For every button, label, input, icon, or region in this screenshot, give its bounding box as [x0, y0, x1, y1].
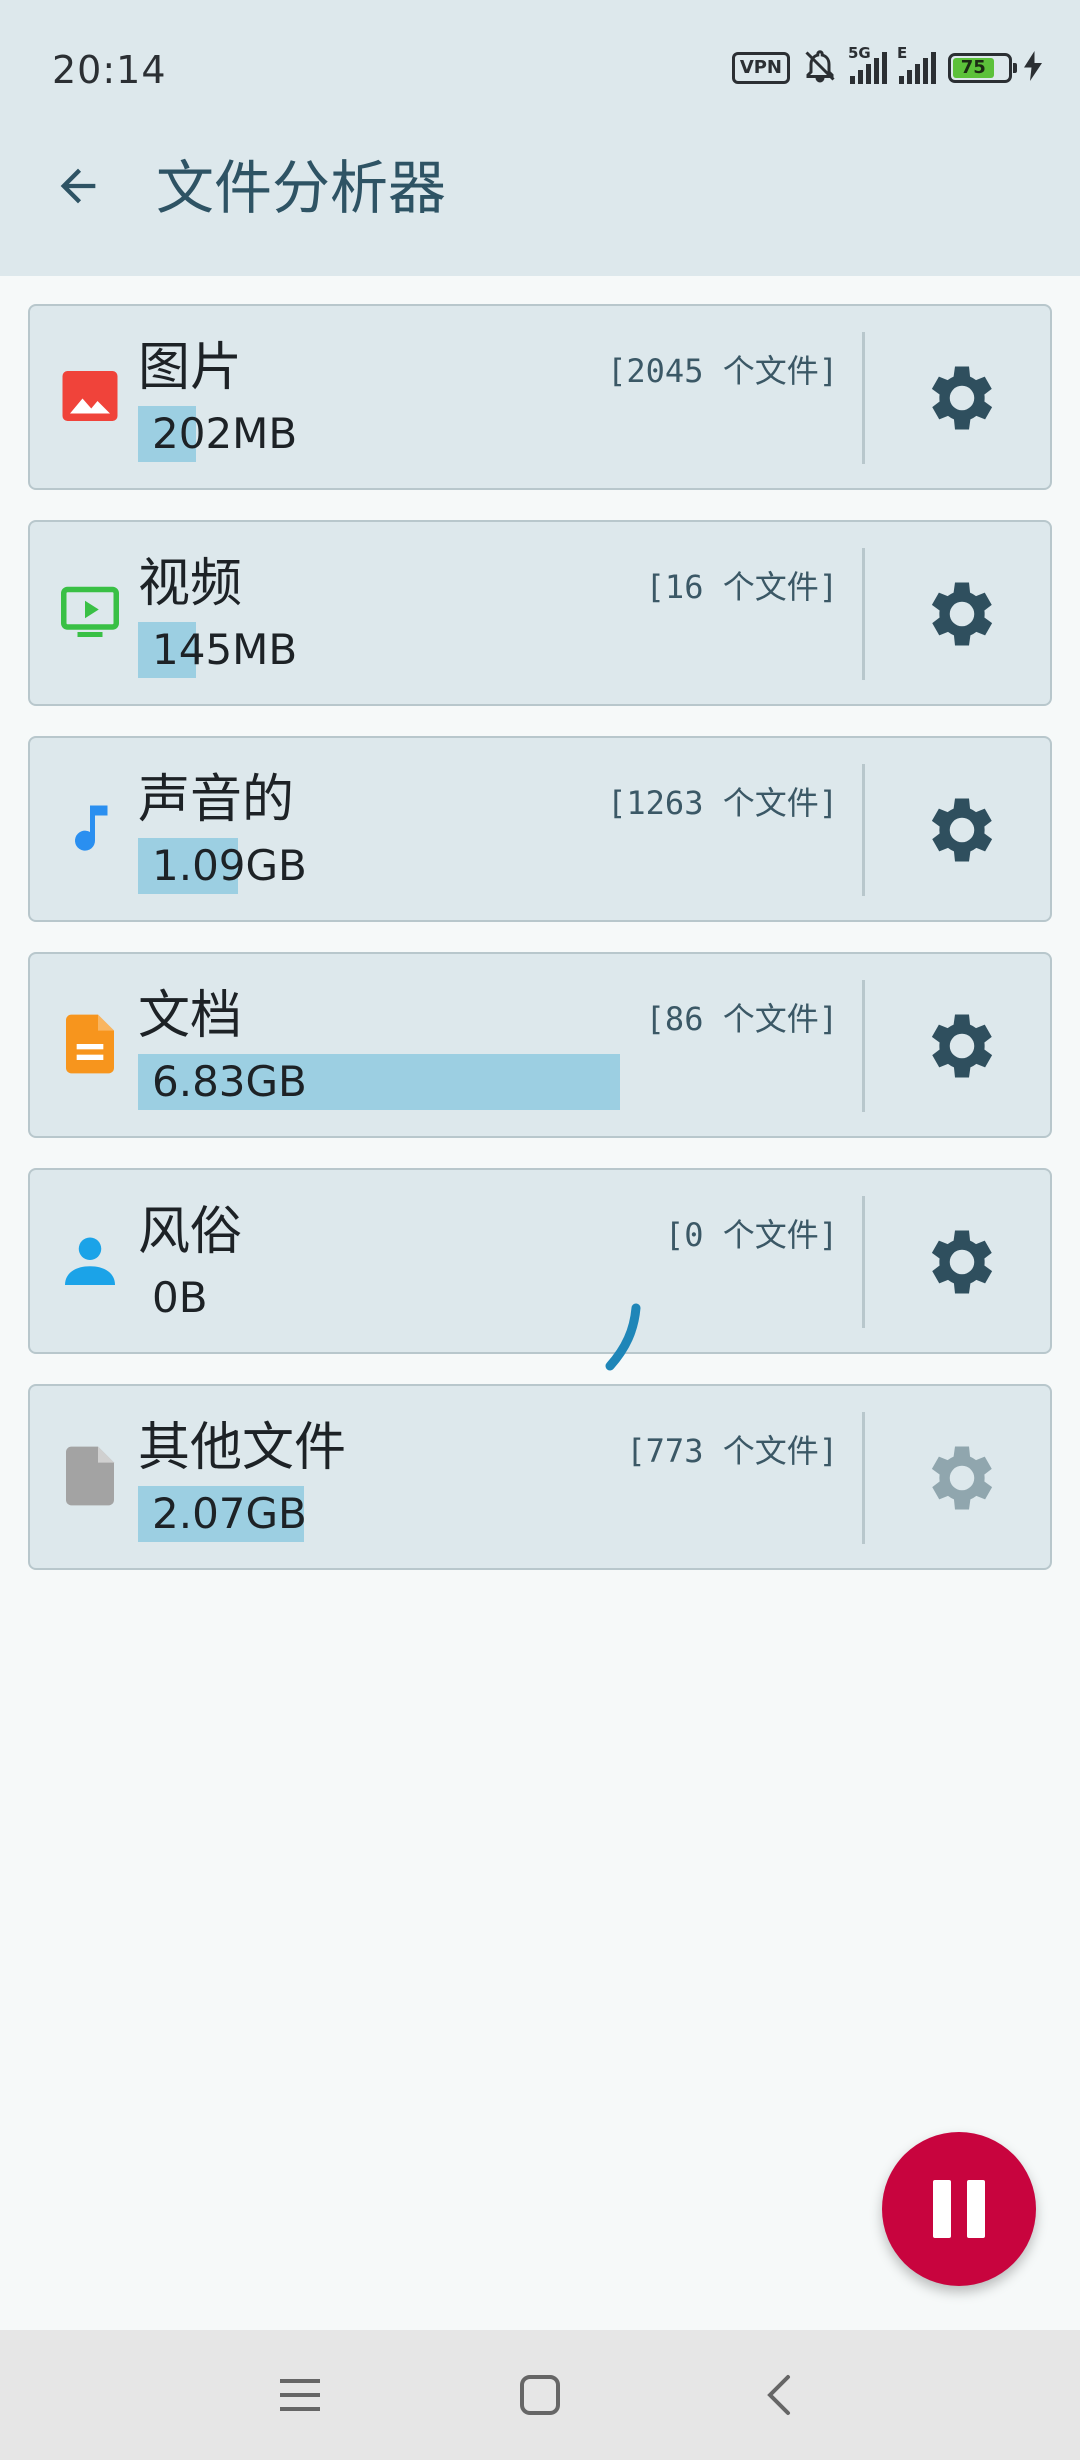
category-size: 0B	[152, 1273, 208, 1322]
settings-gear-button[interactable]	[918, 1002, 1006, 1090]
signal-5g-icon: 5G	[848, 44, 887, 84]
file-count: [0 个文件]	[664, 1216, 838, 1254]
category-card-other-files[interactable]: 其他文件 [773 个文件] 2.07GB	[28, 1384, 1052, 1570]
file-count: [2045 个文件]	[607, 352, 838, 390]
divider	[862, 1196, 865, 1328]
file-count: [773 个文件]	[626, 1432, 838, 1470]
system-navigation-bar	[0, 2330, 1080, 2460]
battery-icon: 75	[948, 53, 1017, 83]
settings-gear-button[interactable]	[918, 354, 1006, 442]
category-name: 声音的	[138, 770, 295, 830]
pause-icon	[933, 2180, 951, 2238]
category-size: 2.07GB	[152, 1489, 307, 1538]
home-square-icon	[520, 2375, 560, 2415]
divider	[862, 1412, 865, 1544]
settings-gear-button[interactable]	[918, 1434, 1006, 1522]
category-name: 风俗	[138, 1202, 243, 1262]
category-size: 6.83GB	[152, 1057, 307, 1106]
app-header: 20:14 VPN 5G E 75 文件分析器	[0, 0, 1080, 276]
nav-back-button[interactable]	[740, 2360, 820, 2430]
category-size: 1.09GB	[152, 841, 307, 890]
battery-level: 75	[953, 58, 994, 78]
category-card-custom[interactable]: 风俗 [0 个文件] 0B	[28, 1168, 1052, 1354]
category-size: 145MB	[152, 625, 298, 674]
menu-icon	[280, 2379, 320, 2411]
gear-icon	[931, 1014, 993, 1078]
divider	[862, 332, 865, 464]
music-note-icon	[58, 796, 122, 860]
nav-menu-button[interactable]	[260, 2360, 340, 2430]
settings-gear-button[interactable]	[918, 1218, 1006, 1306]
category-name: 文档	[138, 986, 243, 1046]
status-icons: VPN 5G E 75	[731, 44, 1042, 90]
document-icon	[58, 1012, 122, 1076]
category-name: 视频	[138, 554, 243, 614]
gear-icon	[931, 1230, 993, 1294]
divider	[862, 980, 865, 1112]
settings-gear-button[interactable]	[918, 570, 1006, 658]
chevron-left-icon	[767, 2375, 790, 2415]
settings-gear-button[interactable]	[918, 786, 1006, 874]
charging-icon	[1024, 51, 1042, 85]
loading-spinner	[605, 1303, 641, 1371]
file-count: [16 个文件]	[645, 568, 838, 606]
file-icon	[58, 1444, 122, 1508]
file-count: [1263 个文件]	[607, 784, 838, 822]
arrow-left-icon	[60, 168, 96, 204]
category-card-documents[interactable]: 文档 [86 个文件] 6.83GB	[28, 952, 1052, 1138]
page-title: 文件分析器	[156, 154, 447, 222]
category-card-images[interactable]: 图片 [2045 个文件] 202MB	[28, 304, 1052, 490]
vpn-badge: VPN	[731, 52, 790, 84]
divider	[862, 548, 865, 680]
video-icon	[58, 580, 122, 644]
category-card-audio[interactable]: 声音的 [1263 个文件] 1.09GB	[28, 736, 1052, 922]
gear-icon	[931, 798, 993, 862]
person-icon	[58, 1228, 122, 1292]
bell-off-icon	[802, 48, 838, 88]
category-name: 图片	[138, 338, 243, 398]
gear-icon	[931, 366, 993, 430]
category-card-videos[interactable]: 视频 [16 个文件] 145MB	[28, 520, 1052, 706]
category-size: 202MB	[152, 409, 298, 458]
image-icon	[58, 364, 122, 428]
file-count: [86 个文件]	[645, 1000, 838, 1038]
category-name: 其他文件	[138, 1418, 347, 1478]
status-time: 20:14	[52, 48, 167, 92]
nav-home-button[interactable]	[500, 2360, 580, 2430]
signal-e-icon: E	[897, 44, 936, 84]
pause-button[interactable]	[882, 2132, 1036, 2286]
gear-icon	[931, 1446, 993, 1510]
gear-icon	[931, 582, 993, 646]
divider	[862, 764, 865, 896]
back-button[interactable]	[40, 148, 116, 224]
